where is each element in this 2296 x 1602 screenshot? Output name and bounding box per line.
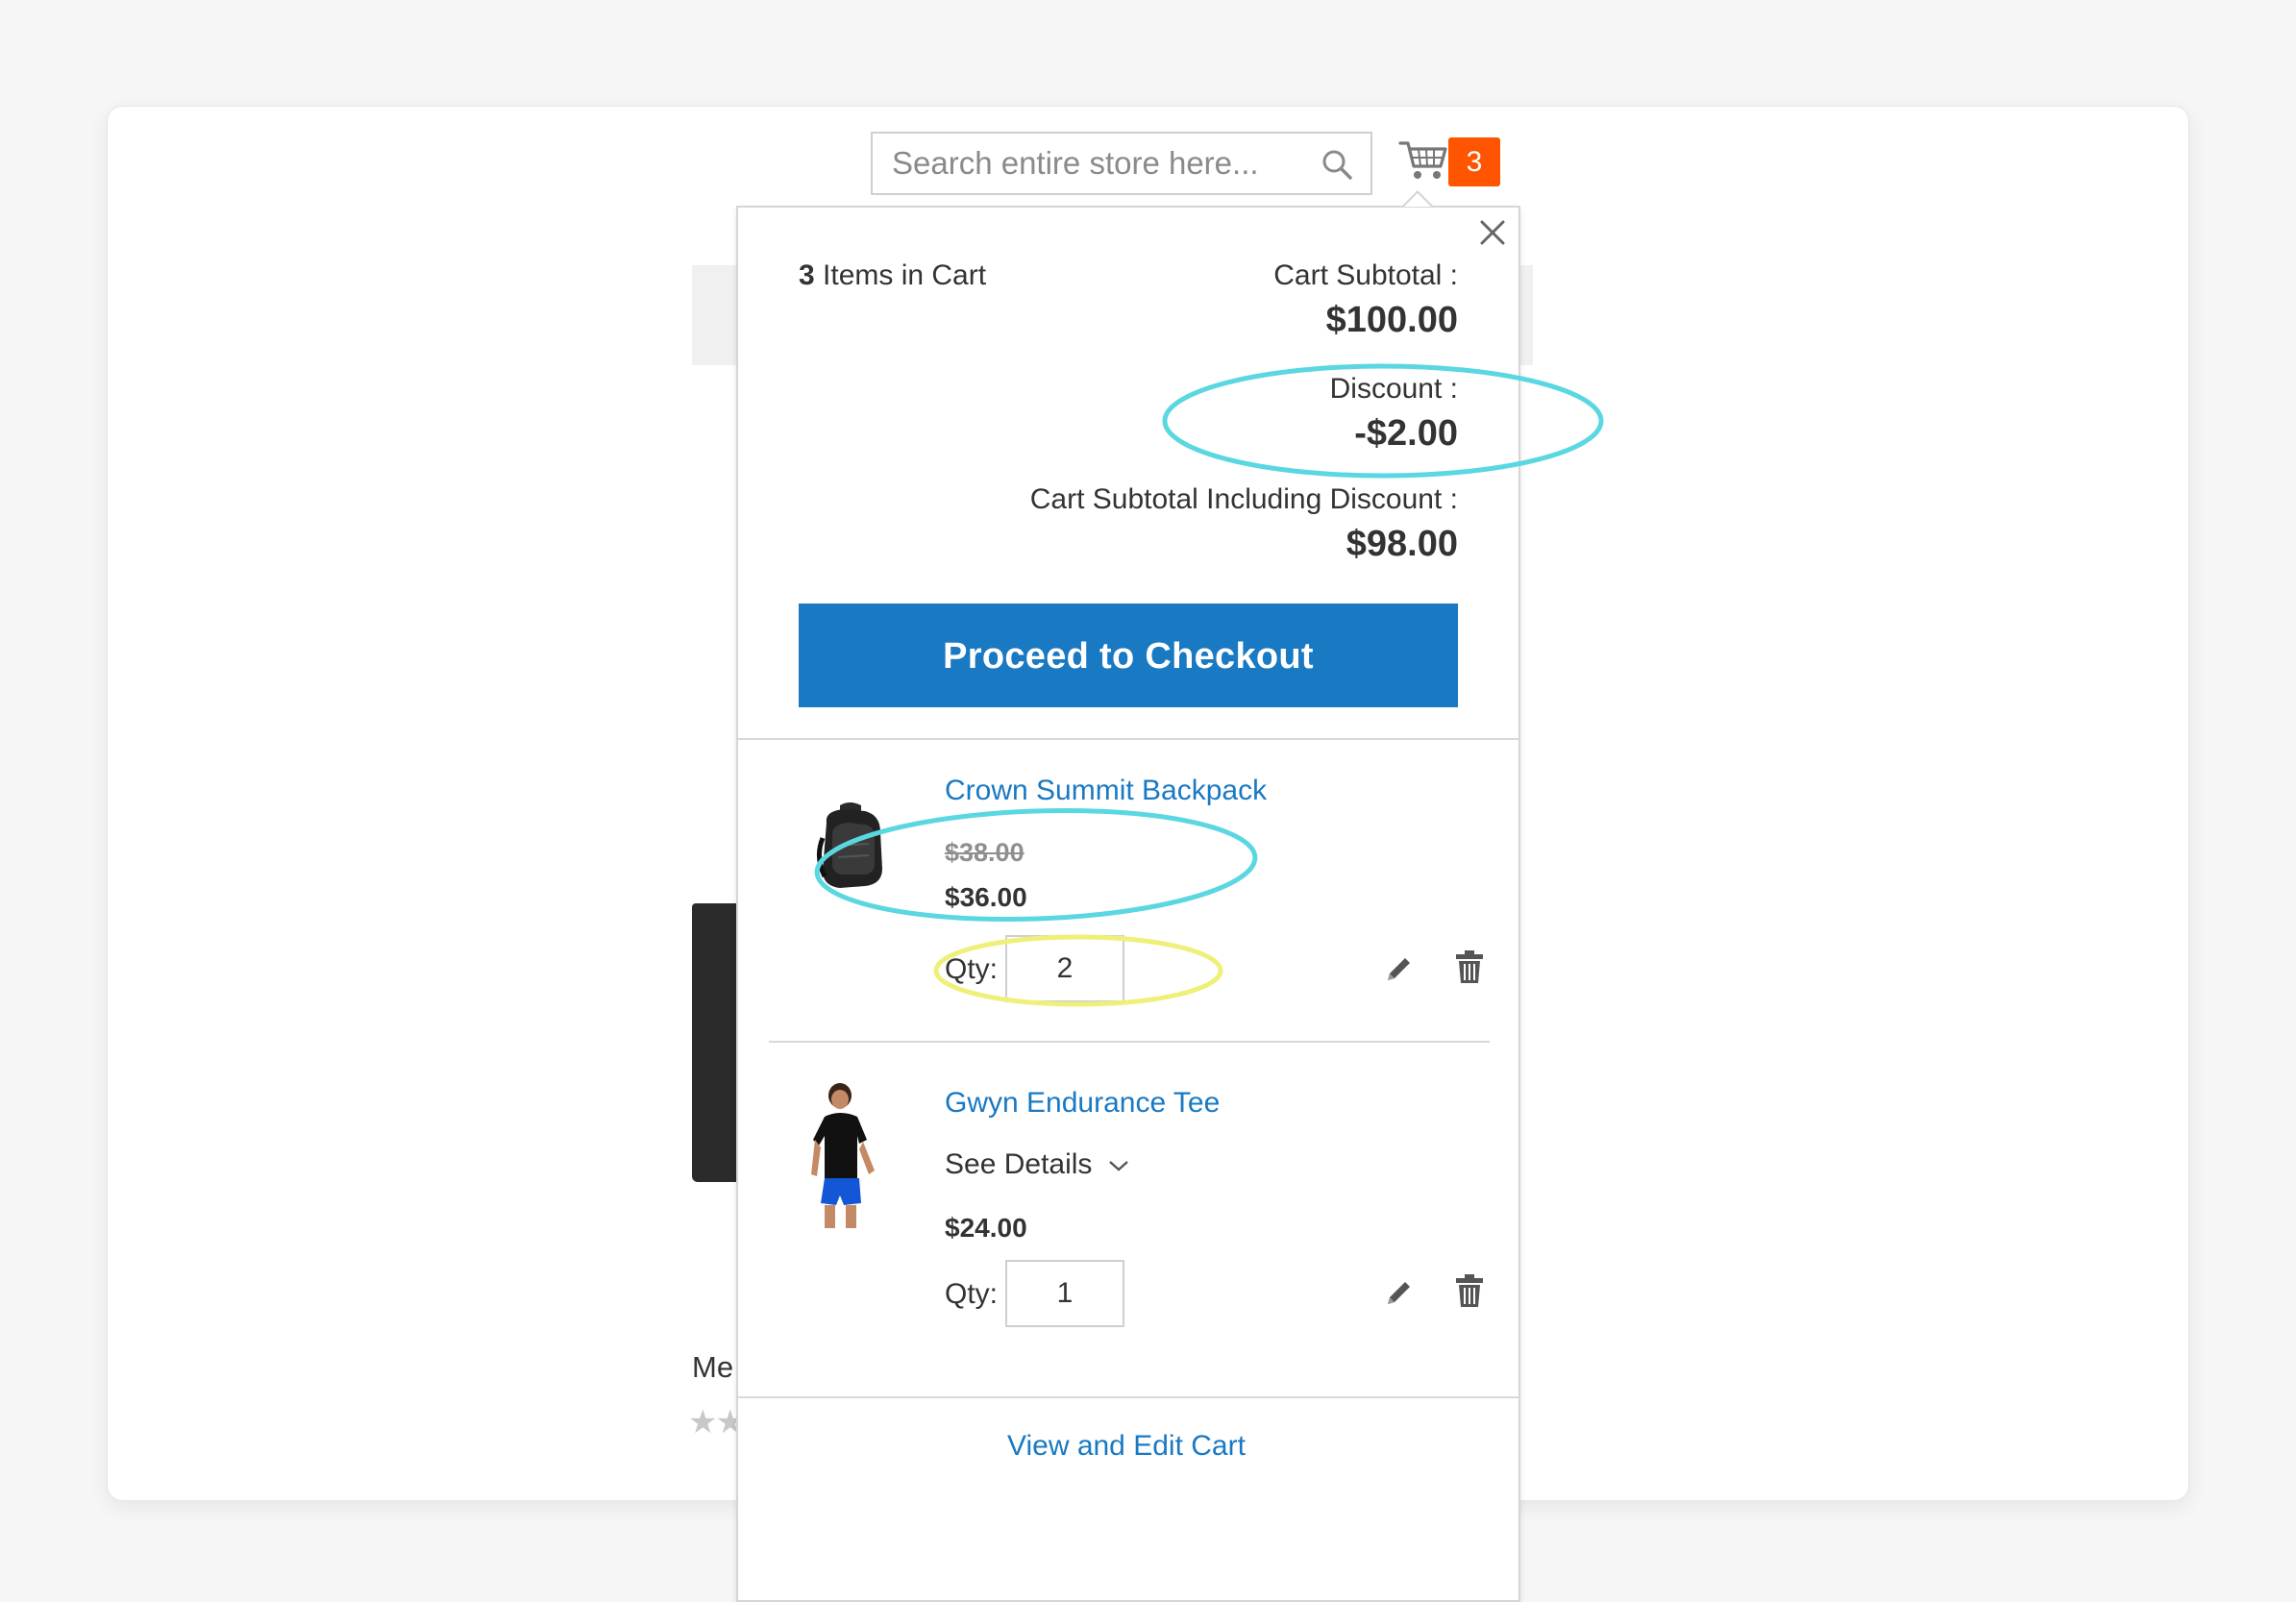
divider-bottom (738, 1396, 1518, 1398)
cart-count-badge[interactable]: 3 (1448, 137, 1500, 186)
close-icon[interactable] (1477, 217, 1508, 248)
see-details-label: See Details (945, 1148, 1093, 1180)
view-and-edit-cart-link[interactable]: View and Edit Cart (1007, 1430, 1246, 1463)
backpack-product-thumbnail[interactable] (811, 800, 888, 892)
discount-value: -$2.00 (1354, 413, 1458, 454)
qty-input[interactable]: 1 (1005, 1260, 1124, 1327)
qty-input[interactable]: 2 (1005, 935, 1124, 1002)
see-details-toggle[interactable]: See Details (945, 1148, 1129, 1181)
items-in-cart-label: 3 Items in Cart (799, 259, 986, 292)
chevron-down-icon (1108, 1161, 1128, 1171)
proceed-to-checkout-button[interactable]: Proceed to Checkout (799, 604, 1458, 707)
search-icon[interactable] (1321, 148, 1353, 181)
cart-subtotal-value: $100.00 (1325, 300, 1458, 340)
minicart-caret (1404, 193, 1431, 207)
qty-label: Qty: (945, 953, 999, 985)
item-price: $36.00 (945, 882, 1027, 912)
item-price: $24.00 (945, 1213, 1027, 1243)
search-input[interactable]: Search entire store here... (871, 132, 1372, 195)
edit-pencil-icon[interactable] (1382, 1275, 1415, 1312)
delete-trash-icon[interactable] (1453, 949, 1486, 985)
qty-label: Qty: (945, 1278, 999, 1310)
tee-product-thumbnail[interactable] (807, 1082, 894, 1236)
cart-subtotal-label: Cart Subtotal : (1273, 259, 1458, 291)
items-count-text: Items in Cart (814, 259, 987, 291)
product-name-gwyn-endurance-tee[interactable]: Gwyn Endurance Tee (945, 1087, 1220, 1120)
product-name-crown-summit-backpack[interactable]: Crown Summit Backpack (945, 775, 1267, 807)
delete-trash-icon[interactable] (1453, 1272, 1486, 1309)
search-placeholder: Search entire store here... (892, 145, 1259, 181)
background-product-image[interactable] (692, 903, 740, 1182)
items-count-number: 3 (799, 259, 815, 291)
shopping-cart-icon[interactable] (1398, 137, 1448, 182)
divider-items (769, 1041, 1490, 1043)
background-rating-stars: ★★ (688, 1404, 745, 1441)
background-product-name[interactable]: Me (692, 1350, 733, 1385)
divider-top (738, 738, 1518, 740)
subtotal-including-discount-label: Cart Subtotal Including Discount : (1029, 483, 1458, 515)
discount-label: Discount : (1329, 373, 1458, 405)
subtotal-including-discount-value: $98.00 (1346, 524, 1458, 564)
edit-pencil-icon[interactable] (1382, 951, 1415, 988)
item-old-price: $38.00 (945, 838, 1025, 867)
